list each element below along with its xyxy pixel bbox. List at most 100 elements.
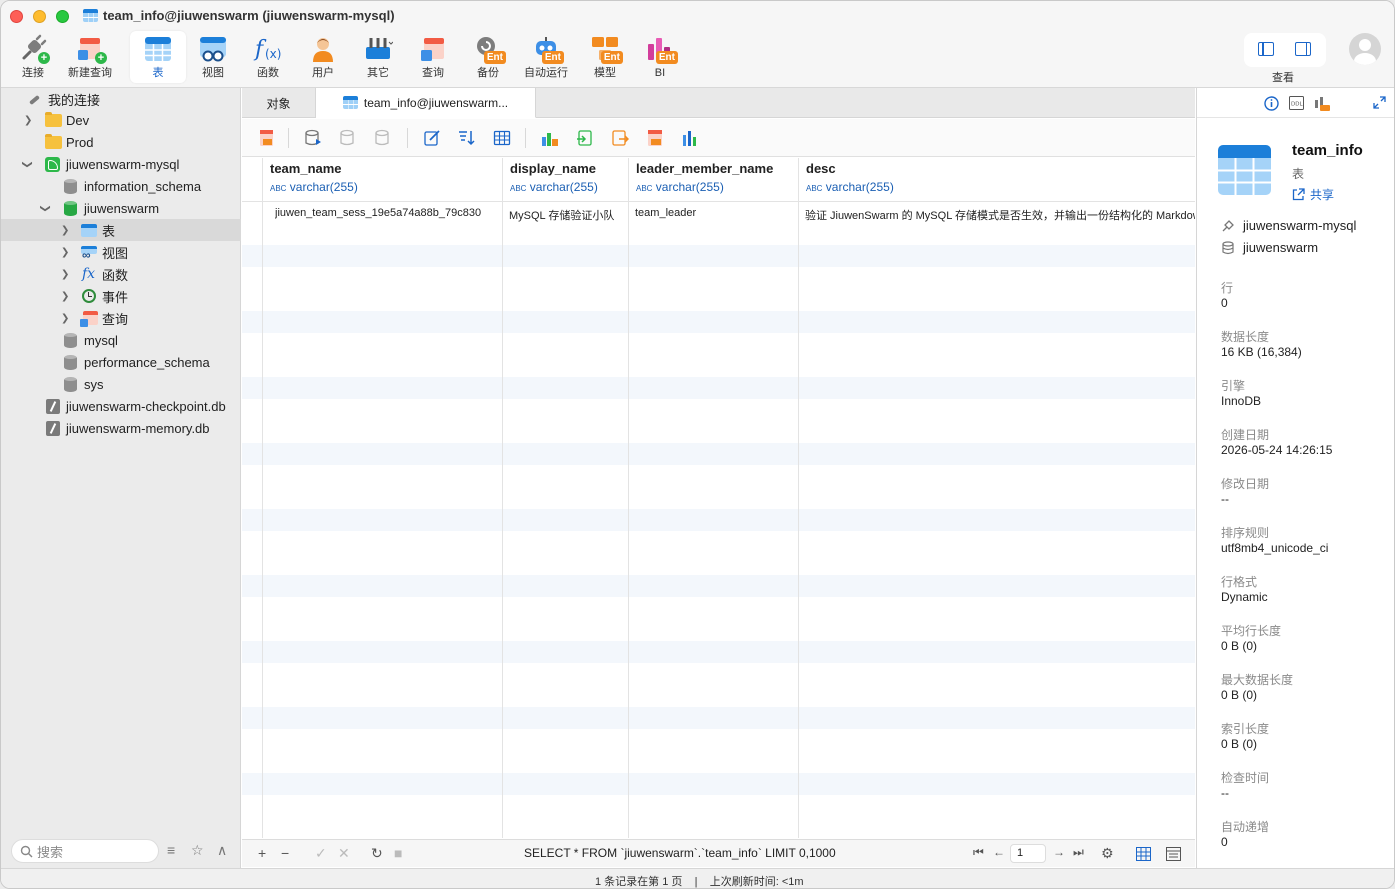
- first-page-icon[interactable]: ⏮: [973, 845, 984, 860]
- chevron-down-icon[interactable]: ❯: [40, 204, 51, 212]
- sidebar-item-checkpoint-db[interactable]: jiuwenswarm-checkpoint.db: [1, 395, 241, 417]
- ddl-icon[interactable]: DDL: [1289, 96, 1304, 110]
- grid-cell[interactable]: team_leader: [635, 207, 795, 219]
- sidebar-item-events[interactable]: ❯ 事件: [1, 285, 241, 307]
- toolbar-label: 连接: [22, 67, 44, 79]
- tab-bar: 对象 team_info@jiuwenswarm...: [242, 88, 1195, 118]
- view-toggle-group: [1244, 33, 1326, 67]
- toolbar-query-button[interactable]: 查询: [405, 31, 461, 83]
- star-icon[interactable]: ☆: [191, 842, 204, 859]
- chevron-right-icon[interactable]: ❯: [61, 225, 69, 236]
- tab-team-info[interactable]: team_info@jiuwenswarm...: [316, 88, 536, 118]
- next-page-icon[interactable]: →: [1053, 845, 1065, 859]
- expand-icon[interactable]: [1373, 96, 1386, 109]
- chart-icon[interactable]: [681, 129, 699, 147]
- toolbar-user-button[interactable]: 用户: [295, 31, 351, 83]
- chevron-down-icon[interactable]: ❯: [22, 160, 33, 168]
- text-type-icon: ABC: [806, 184, 823, 193]
- sidebar-item-mysql[interactable]: mysql: [1, 329, 241, 351]
- column-leader-member-name[interactable]: leader_member_name ABC varchar(255) team…: [628, 158, 798, 838]
- collapse-all-icon[interactable]: ∧: [217, 842, 227, 859]
- stop-icon[interactable]: ■: [394, 845, 402, 861]
- toolbar-function-button[interactable]: f (x) 函数: [240, 31, 296, 83]
- right-panel-toggle-icon[interactable]: [1295, 42, 1311, 56]
- sidebar-item-tables[interactable]: ❯ 表: [1, 219, 241, 241]
- refresh-icon[interactable]: ↻: [371, 845, 383, 862]
- add-row-icon[interactable]: +: [258, 845, 266, 861]
- commit-icon[interactable]: [339, 129, 357, 147]
- close-window-button[interactable]: [10, 10, 23, 23]
- zoom-window-button[interactable]: [56, 10, 69, 23]
- sidebar-item-jiuwenswarm-mysql[interactable]: ❯ jiuwenswarm-mysql: [1, 153, 241, 175]
- column-type-text: varchar(255): [529, 180, 598, 194]
- tab-objects[interactable]: 对象: [242, 88, 316, 118]
- toolbar-other-button[interactable]: 其它: [350, 31, 406, 83]
- toolbar-new-query-button[interactable]: + 新建查询: [62, 31, 118, 83]
- sidebar-item-label: performance_schema: [84, 354, 210, 370]
- form-view-icon[interactable]: [1166, 847, 1181, 861]
- toolbar-table-button[interactable]: 表: [130, 31, 186, 83]
- sidebar-item-sys[interactable]: sys: [1, 373, 241, 395]
- toolbar-view-button[interactable]: 视图: [185, 31, 241, 83]
- data-generation-icon[interactable]: [541, 129, 559, 147]
- sidebar-item-views[interactable]: ❯ 视图: [1, 241, 241, 263]
- minimize-window-button[interactable]: [33, 10, 46, 23]
- left-sidebar-toggle-icon[interactable]: [1258, 42, 1274, 56]
- grid-cell[interactable]: MySQL 存储验证小队: [509, 207, 625, 223]
- edit-icon[interactable]: [423, 129, 441, 147]
- column-team-name[interactable]: team_name ABC varchar(255) jiuwen_team_s…: [262, 158, 502, 838]
- grid-cell[interactable]: 验证 JiuwenSwarm 的 MySQL 存储模式是否生效，并输出一份结构化…: [805, 207, 1195, 223]
- toolbar-bi-button[interactable]: Ent BI: [632, 31, 688, 83]
- filter-icon[interactable]: ≡: [167, 842, 175, 858]
- chevron-right-icon[interactable]: ❯: [61, 247, 69, 258]
- archive-icon[interactable]: [646, 129, 664, 147]
- grid-view-icon[interactable]: [493, 129, 511, 147]
- page-number-input[interactable]: 1: [1010, 844, 1046, 863]
- info-icon[interactable]: [1264, 96, 1279, 111]
- chevron-right-icon[interactable]: ❯: [61, 313, 69, 324]
- grid-cell[interactable]: jiuwen_team_sess_19e5a74a88b_79c830: [275, 207, 500, 219]
- sidebar-item-information-schema[interactable]: information_schema: [1, 175, 241, 197]
- sidebar-root[interactable]: 我的连接: [1, 88, 241, 110]
- toolbar-backup-button[interactable]: Ent 备份: [460, 31, 516, 83]
- column-header-name: leader_member_name: [636, 161, 774, 176]
- apply-changes-icon[interactable]: ✓: [315, 845, 327, 862]
- usage-ent-icon[interactable]: [1314, 96, 1330, 111]
- share-button[interactable]: 共享: [1292, 186, 1334, 203]
- text-mode-icon[interactable]: [304, 129, 322, 147]
- toolbar-model-button[interactable]: Ent 模型: [577, 31, 633, 83]
- previous-page-icon[interactable]: ←: [993, 845, 1005, 859]
- sidebar-item-prod[interactable]: Prod: [1, 131, 241, 153]
- sidebar-item-dev[interactable]: ❯ Dev: [1, 109, 241, 131]
- toolbar-label: 备份: [477, 67, 499, 79]
- rollback-icon[interactable]: [374, 129, 392, 147]
- sidebar-item-jiuwenswarm[interactable]: ❯ jiuwenswarm: [1, 197, 241, 219]
- text-type-icon: ABC: [510, 184, 527, 193]
- export-icon[interactable]: [611, 129, 629, 147]
- begin-transaction-icon[interactable]: [258, 129, 276, 147]
- import-icon[interactable]: [576, 129, 594, 147]
- svg-text:DDL: DDL: [1291, 102, 1303, 108]
- column-desc[interactable]: desc ABC varchar(255) 验证 JiuwenSwarm 的 M…: [798, 158, 1195, 838]
- prop-value: 2026-05-24 14:26:15: [1221, 443, 1333, 457]
- sidebar-item-memory-db[interactable]: jiuwenswarm-memory.db: [1, 417, 241, 439]
- grid-view-icon[interactable]: [1136, 847, 1151, 861]
- sidebar-item-queries[interactable]: ❯ 查询: [1, 307, 241, 329]
- last-page-icon[interactable]: ⏭: [1073, 845, 1084, 860]
- filter-sort-icon[interactable]: [457, 129, 475, 147]
- chevron-right-icon[interactable]: ❯: [61, 269, 69, 280]
- chevron-right-icon[interactable]: ❯: [61, 291, 69, 302]
- chevron-right-icon[interactable]: ❯: [24, 115, 32, 126]
- prop-label: 行: [1221, 281, 1234, 295]
- sidebar-search-input[interactable]: 搜索: [11, 839, 159, 863]
- settings-gear-icon[interactable]: ⚙: [1101, 845, 1114, 862]
- sidebar-item-performance-schema[interactable]: performance_schema: [1, 351, 241, 373]
- avatar[interactable]: [1349, 33, 1381, 65]
- toolbar-automation-button[interactable]: Ent 自动运行: [518, 31, 574, 83]
- delete-row-icon[interactable]: −: [281, 845, 289, 861]
- toolbar-connection-button[interactable]: + 连接: [5, 31, 61, 83]
- sidebar-item-functions[interactable]: ❯ fx 函数: [1, 263, 241, 285]
- prop-label: 数据长度: [1221, 330, 1270, 344]
- column-display-name[interactable]: display_name ABC varchar(255) MySQL 存储验证…: [502, 158, 628, 838]
- discard-changes-icon[interactable]: ✕: [338, 845, 350, 862]
